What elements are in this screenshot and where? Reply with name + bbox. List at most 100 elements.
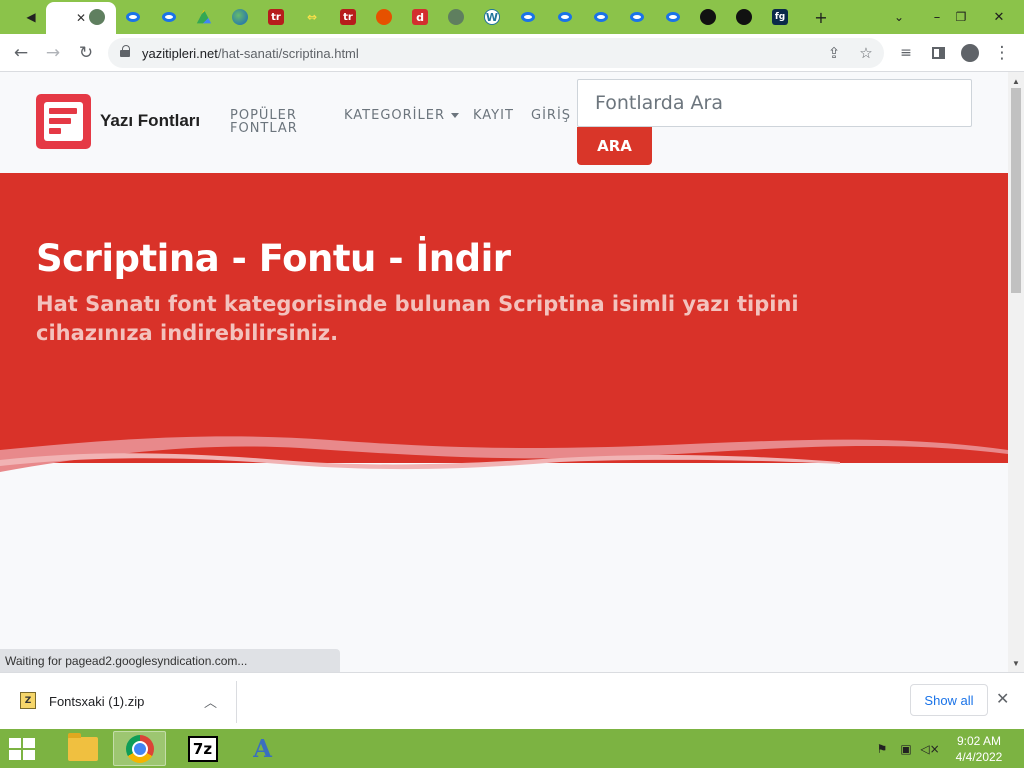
media-controls-button[interactable]: ≡ [894,41,918,65]
scroll-down-arrow-icon[interactable]: ▼ [1008,656,1024,670]
globe-icon [448,9,464,25]
system-clock[interactable]: 9:02 AM 4/4/2022 [948,733,1010,765]
earth-icon [232,9,248,25]
tab[interactable] [548,3,582,31]
tab-search-button[interactable]: ⌄ [888,6,910,28]
windows-logo-pane [9,738,21,748]
page-scrollbar[interactable]: ▲ ▼ [1008,72,1024,672]
nav-categories-label: KATEGORİLER [344,108,445,123]
site-icon [594,12,608,22]
windows-logo-pane [9,750,21,760]
volume-muted-icon[interactable]: ◁× [920,741,939,757]
reload-button[interactable]: ↻ [74,41,98,65]
tab[interactable] [187,3,221,31]
scroll-up-arrow-icon[interactable]: ▲ [1008,74,1024,88]
show-all-button[interactable]: Show all [910,684,988,716]
ball-icon [376,9,392,25]
new-tab-button[interactable]: + [810,6,832,28]
page-subtitle: Hat Sanatı font kategorisinde bulunan Sc… [36,292,799,345]
site-icon [630,12,644,22]
address-bar[interactable]: yazitipleri.net/hat-sanati/scriptina.htm… [108,38,884,68]
tab[interactable] [691,3,725,31]
taskbar-file-explorer[interactable] [56,731,109,766]
minimize-icon: – [933,9,941,25]
tab[interactable] [367,3,401,31]
url-path: /hat-sanati/scriptina.html [217,46,359,61]
taskbar-7zip[interactable]: 7z [176,731,229,766]
tab[interactable]: tr [259,3,293,31]
back-button[interactable]: ← [9,41,33,65]
nav-popular-fonts[interactable]: POPÜLER FONTLAR [230,109,298,135]
site-header: Yazı Fontları POPÜLER FONTLAR KATEGORİLE… [0,72,1008,172]
logo-bar [49,108,77,114]
logo-bar [49,128,61,134]
tab[interactable] [116,3,150,31]
restore-button[interactable]: ❐ [950,6,972,28]
zip-file-icon[interactable]: Z [20,692,36,709]
tab[interactable] [223,3,257,31]
close-icon: ✕ [993,9,1005,25]
tab[interactable] [152,3,186,31]
status-bubble: Waiting for pagead2.googlesyndication.co… [0,649,340,672]
globe-icon [89,9,105,25]
font-search-input[interactable] [577,79,972,127]
tab[interactable] [511,3,545,31]
url-domain: yazitipleri.net [142,46,218,61]
network-icon[interactable]: ▣ [898,741,914,757]
close-shelf-icon[interactable]: ✕ [996,689,1009,708]
share-icon[interactable]: ⇪ [824,43,844,63]
url-text[interactable]: yazitipleri.net/hat-sanati/scriptina.htm… [142,46,359,61]
kebab-menu-icon: ⋮ [993,43,1011,63]
lock-icon[interactable] [120,45,130,57]
forward-arrow-icon: → [45,43,61,63]
media-queue-icon: ≡ [900,45,912,61]
tab-audio-playing[interactable]: ◀︎ [14,3,48,31]
forward-button[interactable]: → [41,41,65,65]
windows-logo-pane [23,738,35,748]
chevron-up-icon[interactable]: ︿ [204,692,217,711]
speaker-icon: ◀︎ [26,10,36,24]
nav-register[interactable]: KAYIT [473,109,514,122]
tab[interactable]: W [475,3,509,31]
tab[interactable]: ⇔ [295,3,329,31]
menu-button[interactable]: ⋮ [990,41,1014,65]
profile-button[interactable] [958,41,982,65]
nav-login[interactable]: GİRİŞ [531,109,571,122]
taskbar-app[interactable]: A [236,731,289,766]
site-icon [666,12,680,22]
site-icon [521,12,535,22]
action-center-flag-icon[interactable]: ⚑ [874,741,890,757]
tab[interactable]: d [403,3,437,31]
nav-categories[interactable]: KATEGORİLER [344,109,459,122]
taskbar-chrome[interactable] [113,731,166,766]
tr-icon: tr [340,9,356,25]
tab[interactable]: fg [763,3,797,31]
tab[interactable]: tr [331,3,365,31]
site-icon [162,12,176,22]
side-panel-icon [931,47,945,59]
minimize-button[interactable]: – [926,6,948,28]
download-file-name[interactable]: Fontsxaki (1).zip [49,694,144,709]
logo-bar [49,118,71,124]
brand-name[interactable]: Yazı Fontları [100,111,200,131]
search-button[interactable]: ARA [577,127,652,165]
tab[interactable] [727,3,761,31]
close-window-button[interactable]: ✕ [988,6,1010,28]
page-title: Scriptina - Fontu - İndir [36,237,511,280]
site-logo-icon[interactable] [36,94,91,149]
tab[interactable] [439,3,473,31]
tab[interactable] [656,3,690,31]
tab[interactable] [584,3,618,31]
side-panel-button[interactable] [926,41,950,65]
fg-icon: fg [772,9,788,25]
back-arrow-icon: ← [13,43,29,63]
tr-icon: tr [268,9,284,25]
dark-site-icon [736,9,752,25]
restore-icon: ❐ [955,10,967,24]
caret-down-icon [451,113,459,118]
tab[interactable] [620,3,654,31]
scroll-thumb[interactable] [1011,88,1021,293]
start-button[interactable] [7,736,37,762]
tab[interactable] [80,3,114,31]
bookmark-star-icon[interactable]: ☆ [856,43,876,63]
